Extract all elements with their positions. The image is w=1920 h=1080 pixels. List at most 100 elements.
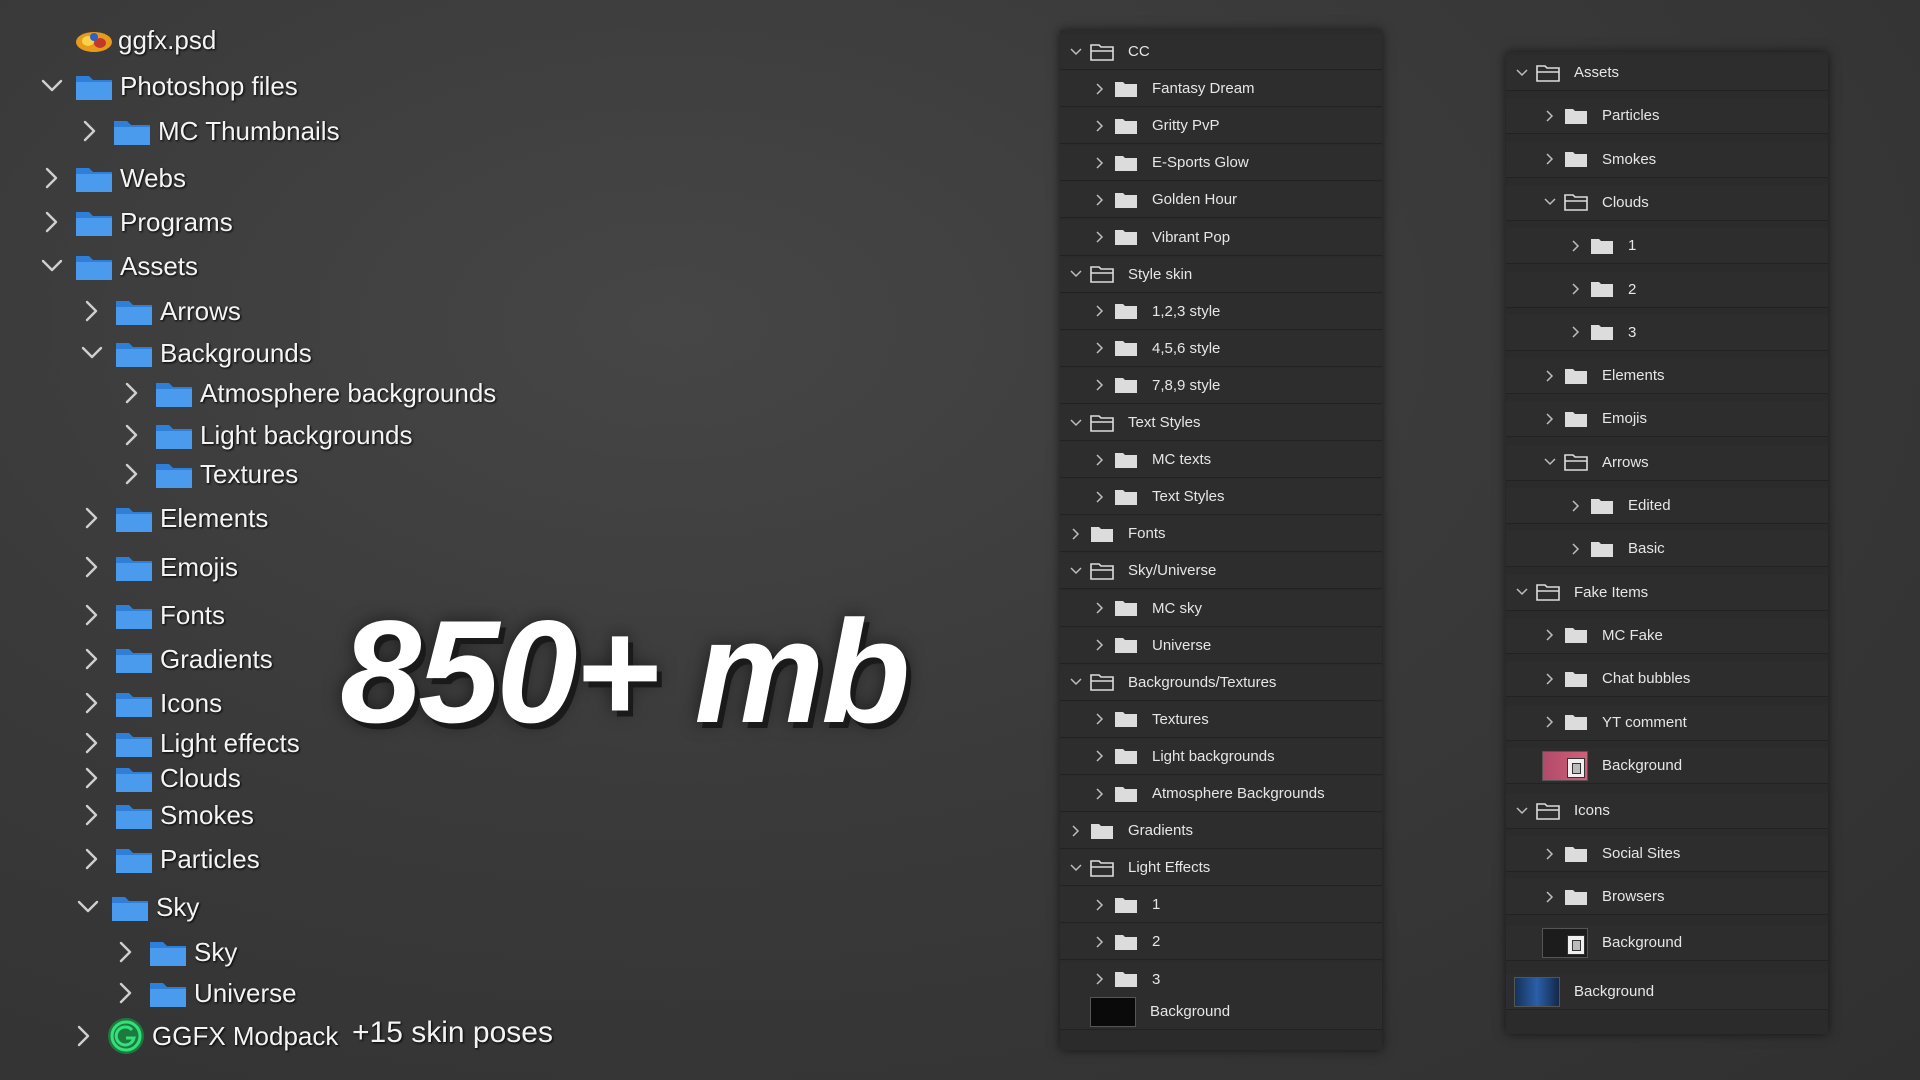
tree-item[interactable]: MC Thumbnails [76,111,340,151]
chevron-right-icon[interactable] [118,379,146,407]
chevron-right-icon[interactable] [1542,671,1558,687]
chevron-down-icon[interactable] [1068,860,1084,876]
chevron-right-icon[interactable] [1092,897,1108,913]
chevron-right-icon[interactable] [1068,823,1084,839]
chevron-right-icon[interactable] [1542,151,1558,167]
layer-group-row[interactable]: MC sky [1060,590,1382,627]
chevron-down-icon[interactable] [38,72,66,100]
chevron-right-icon[interactable] [1092,118,1108,134]
layer-group-row[interactable]: Gritty PvP [1060,108,1382,145]
tree-item[interactable]: Icons [78,683,222,723]
tree-item[interactable]: Arrows [78,291,241,331]
layer-group-row[interactable]: Elements [1506,358,1828,395]
layer-group-row[interactable]: Textures [1060,701,1382,738]
layer-group-row[interactable]: Icons [1506,793,1828,829]
chevron-right-icon[interactable] [1092,340,1108,356]
chevron-right-icon[interactable] [1542,846,1558,862]
chevron-right-icon[interactable] [1568,238,1584,254]
tree-item[interactable]: Gradients [78,639,273,679]
chevron-right-icon[interactable] [78,645,106,673]
layer-group-row[interactable]: 7,8,9 style [1060,367,1382,404]
layer-group-row[interactable]: Light Effects [1060,850,1382,887]
chevron-right-icon[interactable] [1568,281,1584,297]
chevron-down-icon[interactable] [1068,266,1084,282]
chevron-down-icon[interactable] [1068,674,1084,690]
layer-group-row[interactable]: Style skin [1060,256,1382,293]
chevron-right-icon[interactable] [1542,714,1558,730]
chevron-right-icon[interactable] [1092,711,1108,727]
tree-item[interactable]: Assets [38,246,198,286]
layer-group-row[interactable]: MC Fake [1506,617,1828,654]
layer-group-row[interactable]: Text Styles [1060,405,1382,441]
chevron-right-icon[interactable] [1568,541,1584,557]
layer-group-row[interactable]: Chat bubbles [1506,661,1828,698]
chevron-down-icon[interactable] [1514,803,1530,819]
chevron-right-icon[interactable] [1542,108,1558,124]
chevron-right-icon[interactable] [112,979,140,1007]
chevron-right-icon[interactable] [38,208,66,236]
layer-group-row[interactable]: Basic [1506,531,1828,568]
tree-item[interactable]: Photoshop files [38,66,298,106]
chevron-down-icon[interactable] [1542,194,1558,210]
chevron-right-icon[interactable] [1092,971,1108,987]
chevron-right-icon[interactable] [70,1022,98,1050]
chevron-right-icon[interactable] [1092,452,1108,468]
tree-item[interactable]: Textures [118,454,298,494]
chevron-down-icon[interactable] [1068,415,1084,431]
tree-item[interactable]: Backgrounds [78,333,312,373]
layer-group-row[interactable]: Assets [1506,55,1828,91]
layer-row[interactable]: Background [1506,748,1828,784]
layer-group-row[interactable]: 4,5,6 style [1060,330,1382,367]
chevron-right-icon[interactable] [78,801,106,829]
chevron-right-icon[interactable] [1092,192,1108,208]
layer-group-row[interactable]: Clouds [1506,184,1828,221]
tree-item[interactable]: Fonts [78,595,225,635]
chevron-down-icon[interactable] [1514,584,1530,600]
chevron-right-icon[interactable] [1092,377,1108,393]
layer-group-row[interactable]: Edited [1506,488,1828,524]
layer-group-row[interactable]: Particles [1506,98,1828,135]
tree-item[interactable]: Light effects [78,723,300,763]
chevron-right-icon[interactable] [78,764,106,792]
chevron-down-icon[interactable] [1068,563,1084,579]
layer-group-row[interactable]: 1 [1506,228,1828,265]
chevron-right-icon[interactable] [78,729,106,757]
chevron-right-icon[interactable] [1092,934,1108,950]
chevron-right-icon[interactable] [118,421,146,449]
chevron-right-icon[interactable] [1568,324,1584,340]
chevron-right-icon[interactable] [78,689,106,717]
tree-item[interactable]: GGFX Modpack [70,1016,338,1056]
layer-group-row[interactable]: Backgrounds/Textures [1060,664,1382,701]
chevron-right-icon[interactable] [1568,498,1584,514]
chevron-right-icon[interactable] [78,845,106,873]
layer-group-row[interactable]: CC [1060,34,1382,70]
tree-item[interactable]: Sky [74,887,199,927]
layer-group-row[interactable]: 2 [1506,271,1828,308]
chevron-right-icon[interactable] [112,938,140,966]
layer-group-row[interactable]: 1,2,3 style [1060,293,1382,330]
chevron-right-icon[interactable] [1542,368,1558,384]
chevron-right-icon[interactable] [1542,627,1558,643]
chevron-right-icon[interactable] [78,297,106,325]
chevron-down-icon[interactable] [74,893,102,921]
layer-group-row[interactable]: Sky/Universe [1060,553,1382,590]
layer-group-row[interactable]: YT comment [1506,704,1828,741]
chevron-down-icon[interactable] [1514,65,1530,81]
chevron-right-icon[interactable] [1068,526,1084,542]
layer-group-row[interactable]: 3 [1506,314,1828,351]
chevron-down-icon[interactable] [1068,44,1084,60]
tree-item[interactable]: Emojis [78,547,238,587]
chevron-right-icon[interactable] [1092,81,1108,97]
layer-group-row[interactable]: 1 [1060,887,1382,924]
layer-group-row[interactable]: Arrows [1506,444,1828,481]
layer-group-row[interactable]: Fake Items [1506,574,1828,611]
layer-group-row[interactable]: Fantasy Dream [1060,71,1382,108]
tree-item[interactable]: Particles [78,839,260,879]
tree-item[interactable]: Sky [112,932,237,972]
chevron-down-icon[interactable] [1542,454,1558,470]
chevron-right-icon[interactable] [1092,229,1108,245]
chevron-right-icon[interactable] [1092,155,1108,171]
layer-group-row[interactable]: Golden Hour [1060,182,1382,219]
chevron-down-icon[interactable] [78,339,106,367]
layer-group-row[interactable]: 3 [1060,961,1382,998]
